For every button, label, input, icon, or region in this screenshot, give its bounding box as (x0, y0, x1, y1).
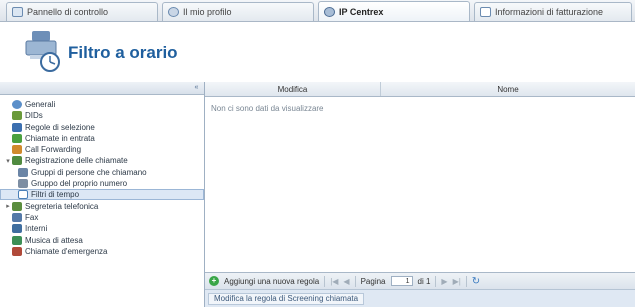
phone-number-icon (12, 111, 22, 121)
sidebar-item-label: Interni (25, 224, 48, 234)
voicemail-icon (12, 201, 22, 211)
tab-label: Informazioni di fatturazione (495, 7, 604, 17)
sidebar-item-interni[interactable]: Interni (0, 223, 204, 234)
page-header: Filtro a orario (0, 22, 635, 82)
status-hint: Modifica la regola di Screening chiamata (208, 293, 365, 305)
separator (354, 275, 356, 287)
sidebar-tree: Generali DIDs Regole di selezione Chiama… (0, 95, 204, 257)
column-header-modifica[interactable]: Modifica (205, 82, 381, 96)
sidebar-item-label: Chiamate in entrata (25, 133, 95, 143)
recording-icon (12, 156, 22, 166)
refresh-icon[interactable]: ↻ (472, 276, 480, 287)
prev-page-icon[interactable]: ◀ (343, 277, 349, 286)
separator (435, 275, 437, 287)
sidebar-item-label: Filtri di tempo (31, 190, 80, 200)
sidebar-item-label: Generali (25, 100, 56, 109)
extensions-icon (12, 224, 22, 234)
sidebar-item-segreteria[interactable]: ▸ Segreteria telefonica (0, 201, 204, 212)
separator (465, 275, 467, 287)
rules-icon (12, 122, 22, 132)
sidebar-item-chiamate-in-entrata[interactable]: Chiamate in entrata (0, 133, 204, 144)
page-title: Filtro a orario (68, 43, 178, 62)
tab-label: Pannello di controllo (27, 7, 109, 17)
tab-control-panel[interactable]: Pannello di controllo (6, 2, 158, 21)
tab-label: IP Centrex (339, 6, 384, 17)
group-icon (18, 167, 28, 177)
globe-icon (12, 100, 22, 109)
sidebar-item-dids[interactable]: DIDs (0, 110, 204, 121)
sidebar-item-gruppo-numero[interactable]: Gruppo del proprio numero (0, 178, 204, 189)
collapse-icon[interactable]: « (192, 84, 201, 92)
page-number-input[interactable]: 1 (390, 276, 413, 286)
sidebar-item-chiamate-emergenza[interactable]: Chiamate d'emergenza (0, 246, 204, 257)
sidebar: « Generali DIDs Regole di selezione Chia… (0, 82, 205, 307)
sidebar-header: « (0, 82, 204, 95)
next-page-icon[interactable]: ▶ (441, 277, 447, 286)
sidebar-item-filtri-di-tempo[interactable]: Filtri di tempo (0, 189, 204, 201)
grid-icon (18, 179, 28, 189)
first-page-icon[interactable]: |◀ (330, 277, 338, 286)
sidebar-item-regole-di-selezione[interactable]: Regole di selezione (0, 122, 204, 133)
add-rule-button[interactable]: Aggiungi una nuova regola (224, 277, 319, 286)
expand-toggle-icon[interactable]: ▾ (4, 157, 12, 165)
sidebar-item-label: Segreteria telefonica (25, 201, 99, 211)
sidebar-item-generali[interactable]: Generali (0, 99, 204, 110)
empty-message: Non ci sono dati da visualizzare (211, 104, 324, 113)
clock-icon (18, 190, 28, 200)
sidebar-item-label: Registrazione delle chiamate (25, 156, 128, 166)
add-icon[interactable]: + (209, 276, 219, 286)
expand-toggle-icon[interactable]: ▸ (4, 202, 12, 210)
status-bar: Modifica la regola di Screening chiamata (205, 289, 635, 307)
emergency-icon (12, 246, 22, 256)
sidebar-item-musica-di-attesa[interactable]: Musica di attesa (0, 235, 204, 246)
sidebar-item-gruppi-di-persone[interactable]: Gruppi di persone che chiamano (0, 167, 204, 178)
sidebar-item-label: Gruppi di persone che chiamano (31, 167, 147, 177)
last-page-icon[interactable]: ▶| (453, 277, 461, 286)
sidebar-item-label: Musica di attesa (25, 235, 83, 245)
sidebar-item-label: Chiamate d'emergenza (25, 246, 108, 256)
page-count: di 1 (417, 276, 431, 286)
sidebar-item-label: Gruppo del proprio numero (31, 179, 128, 189)
tab-ip-centrex[interactable]: IP Centrex (318, 1, 470, 21)
music-icon (12, 235, 22, 245)
sidebar-item-call-forwarding[interactable]: Call Forwarding (0, 144, 204, 155)
sidebar-item-fax[interactable]: Fax (0, 212, 204, 223)
incoming-call-icon (12, 133, 22, 143)
panel-icon (12, 7, 23, 17)
tab-billing-info[interactable]: Informazioni di fatturazione (474, 2, 632, 21)
tab-bar: Pannello di controllo Il mio profilo IP … (0, 0, 635, 22)
rules-grid: Modifica Nome Non ci sono dati da visual… (205, 82, 635, 307)
grid-header: Modifica Nome (205, 82, 635, 97)
info-icon (480, 7, 491, 17)
column-header-nome[interactable]: Nome (381, 82, 635, 96)
sidebar-item-label: Regole di selezione (25, 122, 95, 132)
pager-toolbar: + Aggiungi una nuova regola |◀ ◀ Pagina … (205, 272, 635, 289)
separator (324, 275, 326, 287)
gear-icon (324, 6, 335, 17)
sidebar-item-label: Fax (25, 212, 39, 222)
sidebar-item-registrazione[interactable]: ▾ Registrazione delle chiamate (0, 155, 204, 166)
forward-icon (12, 145, 22, 155)
clock-filter-icon (25, 31, 60, 72)
tab-label: Il mio profilo (183, 7, 232, 17)
sidebar-item-label: DIDs (25, 111, 43, 121)
user-icon (168, 7, 179, 17)
sidebar-item-label: Call Forwarding (25, 145, 82, 155)
page-label: Pagina (360, 276, 386, 286)
fax-icon (12, 212, 22, 222)
tab-my-profile[interactable]: Il mio profilo (162, 2, 314, 21)
